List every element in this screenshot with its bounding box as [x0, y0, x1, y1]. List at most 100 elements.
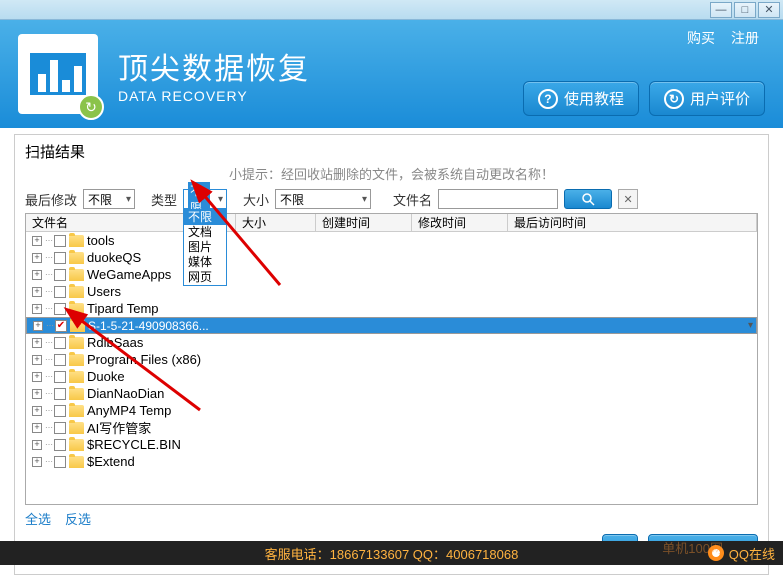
table-row[interactable]: +⋯$Extend — [26, 453, 757, 470]
row-name: AI写作管家 — [87, 418, 151, 437]
search-button[interactable] — [564, 189, 612, 209]
expand-icon[interactable]: + — [32, 236, 42, 246]
folder-icon — [69, 388, 84, 400]
row-checkbox[interactable] — [54, 269, 66, 281]
expand-icon[interactable]: + — [32, 372, 42, 382]
buy-link[interactable]: 购买 — [687, 28, 715, 48]
modified-select[interactable]: 不限 — [83, 189, 135, 209]
type-option[interactable]: 不限 — [184, 210, 226, 225]
table-row[interactable]: +⋯RdlbSaas — [26, 334, 757, 351]
expand-icon[interactable]: + — [32, 457, 42, 467]
table-row[interactable]: +⋯AI写作管家 — [26, 419, 757, 436]
col-created[interactable]: 创建时间 — [316, 214, 412, 231]
row-name: S-1-5-21-490908366... — [88, 319, 209, 333]
folder-icon — [69, 235, 84, 247]
type-label: 类型 — [151, 190, 177, 209]
table-row[interactable]: +⋯$RECYCLE.BIN — [26, 436, 757, 453]
type-option[interactable]: 网页 — [184, 270, 226, 285]
expand-icon[interactable]: + — [32, 355, 42, 365]
table-row[interactable]: +⋯WeGameApps — [26, 266, 757, 283]
column-headers: 文件名 大小 创建时间 修改时间 最后访问时间 — [26, 214, 757, 232]
table-row[interactable]: +⋯AnyMP4 Temp — [26, 402, 757, 419]
row-checkbox[interactable] — [54, 439, 66, 451]
row-name: WeGameApps — [87, 267, 171, 282]
row-checkbox[interactable] — [54, 286, 66, 298]
folder-icon — [69, 354, 84, 366]
type-option[interactable]: 媒体 — [184, 255, 226, 270]
filename-input[interactable] — [438, 189, 558, 209]
row-name: $Extend — [87, 454, 135, 469]
clear-button[interactable]: ✕ — [618, 189, 638, 209]
table-row[interactable]: +⋯Users — [26, 283, 757, 300]
folder-icon — [69, 405, 84, 417]
folder-icon — [69, 422, 84, 434]
expand-icon[interactable]: + — [32, 440, 42, 450]
row-name: AnyMP4 Temp — [87, 403, 171, 418]
app-title-cn: 顶尖数据恢复 — [118, 44, 310, 88]
register-link[interactable]: 注册 — [731, 28, 759, 48]
col-accessed[interactable]: 最后访问时间 — [508, 214, 757, 231]
type-option[interactable]: 文档 — [184, 225, 226, 240]
folder-icon — [69, 269, 84, 281]
tutorial-button[interactable]: ? 使用教程 — [523, 81, 639, 116]
type-dropdown: 不限 文档 图片 媒体 网页 — [183, 209, 227, 286]
footer: 客服电话：18667133607 QQ：4006718068 QQ在线 — [0, 541, 783, 565]
minimize-button[interactable]: — — [710, 2, 732, 18]
question-icon: ? — [538, 89, 558, 109]
type-select[interactable]: 不限 不限 文档 图片 媒体 网页 — [183, 189, 227, 209]
row-checkbox[interactable] — [54, 252, 66, 264]
row-name: Tipard Temp — [87, 301, 159, 316]
hint-text: 小提示：经回收站删除的文件，会被系统自动更改名称！ — [25, 164, 758, 183]
row-checkbox[interactable] — [54, 371, 66, 383]
row-name: tools — [87, 233, 114, 248]
folder-icon — [69, 337, 84, 349]
select-all-link[interactable]: 全选 — [25, 509, 51, 528]
app-header: ↻ 顶尖数据恢复 DATA RECOVERY 购买 注册 ? 使用教程 ↻ 用户… — [0, 20, 783, 128]
review-button[interactable]: ↻ 用户评价 — [649, 81, 765, 116]
table-row[interactable]: +⋯Program Files (x86) — [26, 351, 757, 368]
expand-icon[interactable]: + — [33, 321, 43, 331]
row-checkbox[interactable] — [54, 456, 66, 468]
row-checkbox[interactable] — [54, 422, 66, 434]
expand-icon[interactable]: + — [32, 253, 42, 263]
row-checkbox[interactable] — [54, 388, 66, 400]
app-logo: ↻ — [18, 34, 98, 114]
expand-icon[interactable]: + — [32, 287, 42, 297]
row-name: DianNaoDian — [87, 386, 164, 401]
folder-icon — [69, 286, 84, 298]
size-label: 大小 — [243, 190, 269, 209]
expand-icon[interactable]: + — [32, 304, 42, 314]
row-checkbox[interactable] — [54, 337, 66, 349]
expand-icon[interactable]: + — [32, 406, 42, 416]
file-tree: 文件名 大小 创建时间 修改时间 最后访问时间 +⋯tools+⋯duokeQS… — [25, 213, 758, 505]
table-row[interactable]: +⋯duokeQS — [26, 249, 757, 266]
expand-icon[interactable]: + — [32, 423, 42, 433]
invert-selection-link[interactable]: 反选 — [65, 509, 91, 528]
row-checkbox[interactable]: ✔ — [55, 320, 67, 332]
table-row[interactable]: +⋯DianNaoDian — [26, 385, 757, 402]
row-checkbox[interactable] — [54, 235, 66, 247]
expand-icon[interactable]: + — [32, 270, 42, 280]
folder-icon — [69, 371, 84, 383]
qq-online-link[interactable]: QQ在线 — [707, 544, 775, 563]
table-row[interactable]: +⋯✔S-1-5-21-490908366... — [26, 317, 757, 334]
expand-icon[interactable]: + — [32, 389, 42, 399]
col-modified[interactable]: 修改时间 — [412, 214, 508, 231]
table-row[interactable]: +⋯tools — [26, 232, 757, 249]
size-select[interactable]: 不限 — [275, 189, 371, 209]
row-checkbox[interactable] — [54, 303, 66, 315]
app-title-en: DATA RECOVERY — [118, 88, 310, 104]
titlebar: — □ ✕ — [0, 0, 783, 20]
expand-icon[interactable]: + — [32, 338, 42, 348]
row-checkbox[interactable] — [54, 354, 66, 366]
table-row[interactable]: +⋯Duoke — [26, 368, 757, 385]
type-option[interactable]: 图片 — [184, 240, 226, 255]
folder-icon — [69, 456, 84, 468]
filter-bar: 最后修改 不限 类型 不限 不限 文档 图片 媒体 网页 大小 不限 文件名 ✕ — [25, 189, 758, 209]
search-icon — [581, 192, 595, 206]
close-button[interactable]: ✕ — [758, 2, 780, 18]
table-row[interactable]: +⋯Tipard Temp — [26, 300, 757, 317]
col-size[interactable]: 大小 — [236, 214, 316, 231]
maximize-button[interactable]: □ — [734, 2, 756, 18]
row-checkbox[interactable] — [54, 405, 66, 417]
